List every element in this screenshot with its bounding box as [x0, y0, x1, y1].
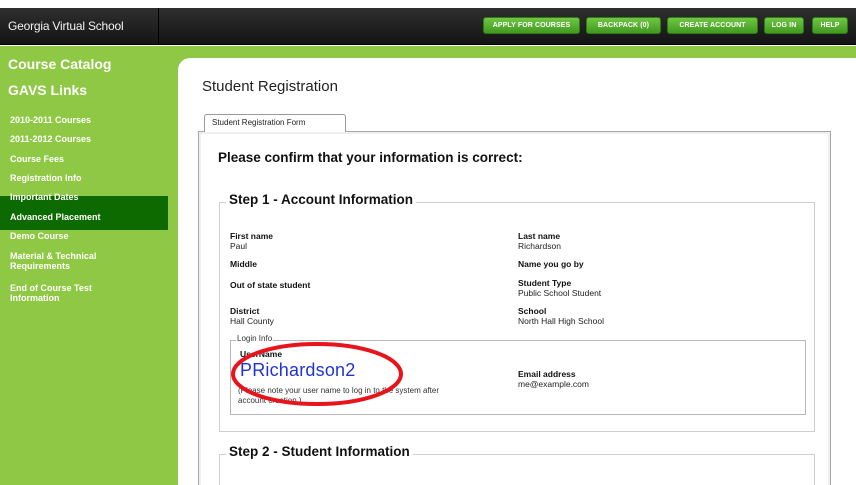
- first-name-value: Paul: [230, 241, 248, 251]
- student-type-value: Public School Student: [518, 288, 602, 298]
- log-in-button[interactable]: LOG IN: [764, 17, 804, 34]
- sidebar-item-label-line: End of Course Test: [10, 283, 92, 293]
- step2-legend: Step 2 - Student Information: [226, 444, 413, 459]
- sidebar-item-course-fees[interactable]: Course Fees: [10, 154, 64, 164]
- username-note: (Please note your user name to log in to…: [238, 386, 508, 406]
- site-title[interactable]: Georgia Virtual School: [8, 19, 124, 33]
- out-of-state-label: Out of state student: [230, 280, 311, 290]
- username-label: UserName: [240, 349, 283, 359]
- top-nav-bar: Georgia Virtual School APPLY FOR COURSES…: [0, 8, 856, 45]
- page-title: Student Registration: [202, 78, 338, 95]
- sidebar-heading-gavs-links[interactable]: GAVS Links: [8, 82, 87, 98]
- backpack-button[interactable]: BACKPACK (0): [586, 17, 661, 34]
- email-value: me@example.com: [518, 379, 589, 389]
- divider: [158, 8, 159, 45]
- sidebar-item-2011-2012-courses[interactable]: 2011-2012 Courses: [10, 134, 91, 144]
- login-info-legend: Login Info: [236, 334, 274, 343]
- first-name-label: First name: [230, 231, 273, 241]
- school-label: School: [518, 306, 547, 316]
- sidebar-item-registration-info[interactable]: Registration Info: [10, 173, 82, 183]
- sidebar-item-label-line: Information: [10, 293, 60, 303]
- name-you-go-by-label: Name you go by: [518, 259, 584, 269]
- username-value: PRichardson2: [240, 360, 356, 380]
- step1-legend: Step 1 - Account Information: [226, 192, 417, 207]
- middle-label: Middle: [230, 259, 257, 269]
- confirm-heading: Please confirm that your information is …: [218, 150, 523, 165]
- sidebar-item-advanced-placement[interactable]: Advanced Placement: [10, 212, 101, 222]
- sidebar-item-material-technical-requirements[interactable]: Material & Technical Requirements: [10, 251, 96, 271]
- username-note-line: (Please note your user name to log in to…: [238, 386, 439, 395]
- sidebar-item-label-line: Requirements: [10, 261, 71, 271]
- sidebar-item-important-dates[interactable]: Important Dates: [10, 192, 79, 202]
- sidebar-heading-course-catalog[interactable]: Course Catalog: [8, 56, 111, 72]
- last-name-value: Richardson: [518, 241, 561, 251]
- student-type-label: Student Type: [518, 278, 572, 288]
- username-note-line: account creation.): [238, 396, 302, 405]
- district-label: District: [230, 306, 260, 316]
- apply-for-courses-button[interactable]: APPLY FOR COURSES: [483, 17, 580, 34]
- tab-student-registration-form[interactable]: Student Registration Form: [204, 114, 346, 132]
- sidebar-item-label-line: Material & Technical: [10, 251, 97, 261]
- last-name-label: Last name: [518, 231, 561, 241]
- school-value: North Hall High School: [518, 316, 604, 326]
- sidebar-item-2010-2011-courses[interactable]: 2010-2011 Courses: [10, 115, 91, 125]
- create-account-button[interactable]: CREATE ACCOUNT: [667, 17, 758, 34]
- sidebar-item-end-of-course-test[interactable]: End of Course Test Information: [10, 283, 92, 303]
- sidebar-item-demo-course[interactable]: Demo Course: [10, 231, 69, 241]
- email-label: Email address: [518, 369, 576, 379]
- help-button[interactable]: HELP: [812, 17, 848, 34]
- district-value: Hall County: [230, 316, 274, 326]
